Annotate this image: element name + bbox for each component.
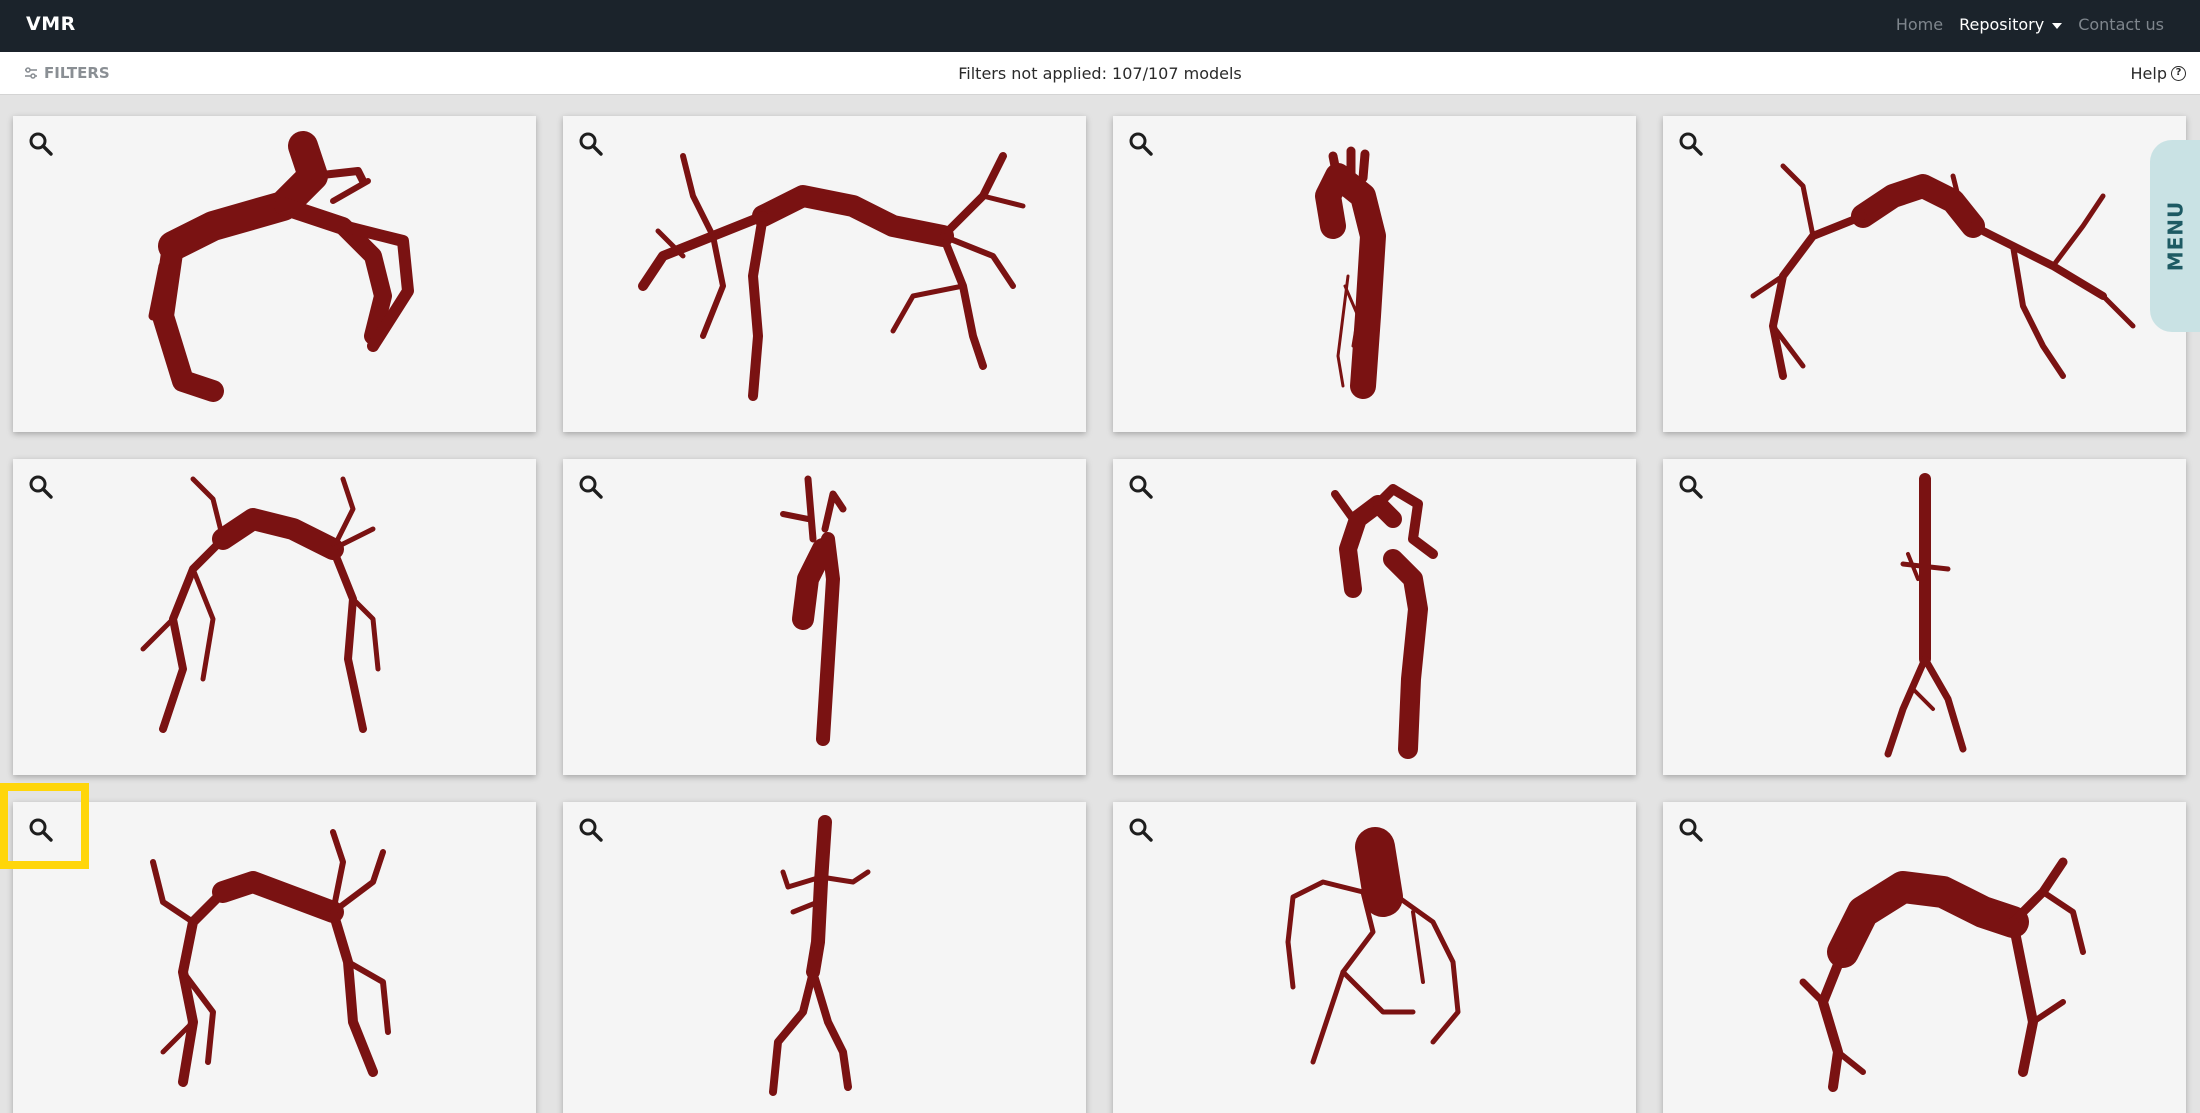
- magnifier-icon[interactable]: [1128, 817, 1154, 843]
- nav-repository-dropdown[interactable]: Repository: [1959, 15, 2063, 34]
- vessel-model-thumbnail: [148, 131, 414, 402]
- nav-contact-link[interactable]: Contact us: [2078, 15, 2164, 34]
- model-card[interactable]: [1663, 116, 2186, 432]
- vessel-model-thumbnail: [140, 476, 381, 733]
- caret-down-icon: [2052, 22, 2063, 29]
- model-card[interactable]: [1663, 802, 2186, 1113]
- magnifier-icon[interactable]: [28, 474, 54, 500]
- help-link[interactable]: Help ?: [2131, 64, 2186, 83]
- vessel-model-thumbnail: [1799, 857, 2086, 1092]
- magnifier-icon[interactable]: [28, 817, 54, 843]
- vessel-model-thumbnail: [769, 815, 871, 1096]
- nav-home-link[interactable]: Home: [1896, 15, 1943, 34]
- model-card[interactable]: [563, 802, 1086, 1113]
- model-card[interactable]: [563, 116, 1086, 432]
- model-card[interactable]: [1113, 459, 1636, 775]
- magnifier-icon[interactable]: [578, 474, 604, 500]
- menu-tab-text-wrapper: MENU: [2150, 140, 2200, 332]
- magnifier-icon[interactable]: [28, 131, 54, 157]
- vessel-model-thumbnail: [1315, 146, 1386, 399]
- model-card[interactable]: [563, 459, 1086, 775]
- side-menu-tab[interactable]: MENU: [2150, 140, 2200, 332]
- magnifier-icon[interactable]: [578, 817, 604, 843]
- nav-links: Home Repository Contact us: [1896, 15, 2164, 34]
- magnifier-icon[interactable]: [1678, 817, 1704, 843]
- magnifier-icon[interactable]: [1678, 131, 1704, 157]
- vessel-model-thumbnail: [780, 475, 847, 746]
- vessel-model-thumbnail: [1750, 163, 2136, 380]
- brand-logo[interactable]: VMR: [26, 13, 76, 35]
- vessel-model-thumbnail: [150, 829, 391, 1087]
- filter-bar: FILTERS Filters not applied: 107/107 mod…: [0, 52, 2200, 95]
- help-label: Help: [2130, 64, 2167, 83]
- model-card[interactable]: [1663, 459, 2186, 775]
- model-card[interactable]: [1113, 802, 1636, 1113]
- filter-status-text: Filters not applied: 107/107 models: [958, 64, 1242, 83]
- vessel-model-thumbnail: [1331, 484, 1438, 759]
- vessel-model-thumbnail: [1884, 473, 1967, 758]
- nav-repository-label: Repository: [1959, 15, 2045, 34]
- magnifier-icon[interactable]: [578, 131, 604, 157]
- model-card[interactable]: [13, 459, 536, 775]
- model-card[interactable]: [13, 116, 536, 432]
- magnifier-icon[interactable]: [1128, 131, 1154, 157]
- magnifier-icon[interactable]: [1128, 474, 1154, 500]
- question-circle-icon: ?: [2171, 66, 2186, 81]
- top-navbar: VMR Home Repository Contact us: [0, 0, 2200, 52]
- model-card[interactable]: [13, 802, 536, 1113]
- menu-tab-label: MENU: [2163, 200, 2188, 272]
- magnifier-icon[interactable]: [1678, 474, 1704, 500]
- vessel-model-thumbnail: [638, 152, 1026, 401]
- model-card[interactable]: [1113, 116, 1636, 432]
- vessel-model-thumbnail: [1285, 827, 1461, 1065]
